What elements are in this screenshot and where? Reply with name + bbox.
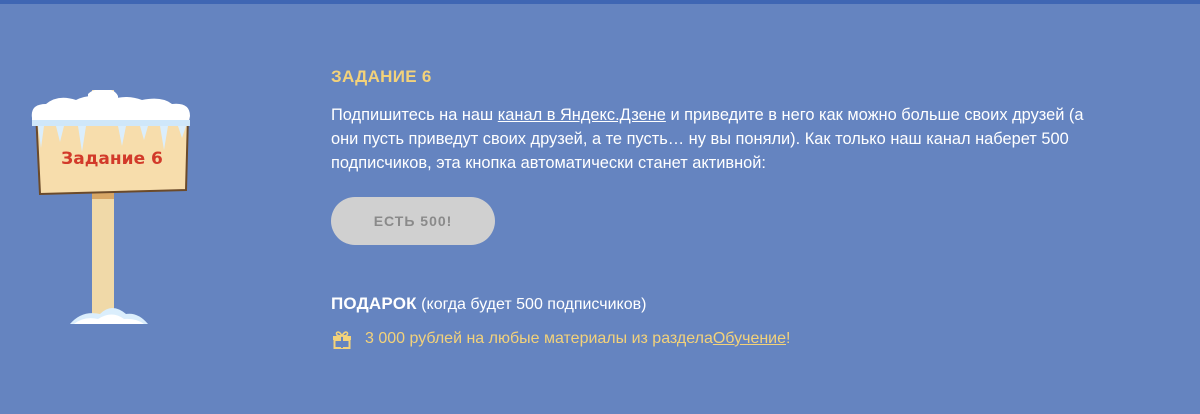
task-content: ЗАДАНИЕ 6 Подпишитесь на наш канал в Янд… (331, 66, 1091, 350)
gift-icon (333, 331, 351, 349)
gift-heading: ПОДАРОК (когда будет 500 подписчиков) (331, 293, 1091, 316)
gift-reward-text: 3 000 рублей на любые материалы из разде… (365, 330, 713, 347)
task-text-part-1: Подпишитесь на наш (331, 106, 498, 124)
gift-condition: (когда будет 500 подписчиков) (416, 296, 647, 313)
gift-heading-title: ПОДАРОК (331, 294, 417, 313)
have-500-button[interactable]: ЕСТЬ 500! (331, 197, 495, 245)
gift-reward-suffix: ! (786, 330, 791, 347)
task-title: ЗАДАНИЕ 6 (331, 67, 432, 86)
task-section: Задание 6 ЗАДАНИЕ 6 Подпишитесь на наш к… (0, 0, 1200, 414)
yandex-zen-channel-link[interactable]: канал в Яндекс.Дзене (498, 106, 666, 124)
gift-reward: 3 000 рублей на любые материалы из разде… (331, 328, 1091, 350)
signpost-illustration: Задание 6 (31, 90, 191, 324)
top-border (0, 0, 1200, 4)
gift-block: ПОДАРОК (когда будет 500 подписчиков) 3 … (331, 293, 1091, 350)
education-link[interactable]: Обучение (713, 328, 786, 350)
task-description: Подпишитесь на наш канал в Яндекс.Дзене … (331, 103, 1091, 175)
sign-label: Задание 6 (61, 149, 163, 169)
